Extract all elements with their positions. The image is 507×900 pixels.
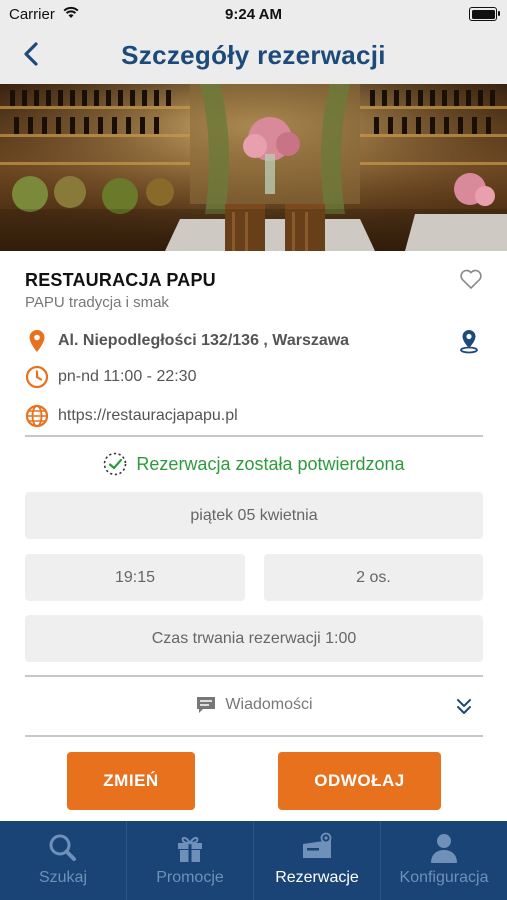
restaurant-photo <box>0 84 507 251</box>
tab-label: Rezerwacje <box>275 869 359 886</box>
tab-label: Szukaj <box>38 869 88 886</box>
page-title: Szczegóły rezerwacji <box>121 40 386 70</box>
user-icon <box>431 834 457 863</box>
reservation-date: piątek 05 kwietnia <box>25 492 483 539</box>
address-text: Al. Niepodległości 132/136 , Warszawa <box>58 332 350 349</box>
map-navigation-icon[interactable] <box>458 328 480 354</box>
globe-icon <box>25 404 49 428</box>
hours-text: pn-nd 11:00 - 22:30 <box>58 368 197 385</box>
reservation-status: Rezerwacja została potwierdzona <box>0 451 507 477</box>
divider <box>25 735 483 737</box>
tab-search[interactable]: Szukaj <box>0 821 127 900</box>
cancel-reservation-button[interactable]: ODWOŁAJ <box>278 752 441 810</box>
battery-icon <box>469 7 500 21</box>
website-row[interactable]: https://restauracjapapu.pl <box>25 403 238 429</box>
navigation-bar: Szczegóły rezerwacji <box>0 26 507 84</box>
tab-bar: Szukaj Promocje Rezerwacje Konfiguracja <box>0 821 507 900</box>
reservation-guests: 2 os. <box>264 554 483 601</box>
restaurant-name: RESTAURACJA PAPU <box>25 270 216 290</box>
divider <box>25 675 483 677</box>
double-chevron-down-icon[interactable] <box>455 696 473 716</box>
divider <box>25 435 483 437</box>
clock-label: 9:24 AM <box>225 6 282 23</box>
heart-icon[interactable] <box>459 268 483 290</box>
search-icon <box>49 834 76 861</box>
tab-reservations[interactable]: Rezerwacje <box>254 821 381 900</box>
restaurant-subtitle: PAPU tradycja i smak <box>25 294 169 311</box>
messages-toggle[interactable]: Wiadomości <box>25 688 483 722</box>
tab-configuration[interactable]: Konfiguracja <box>381 821 507 900</box>
status-text: Rezerwacja została potwierdzona <box>136 453 405 474</box>
hours-row: pn-nd 11:00 - 22:30 <box>25 364 196 390</box>
tab-promotions[interactable]: Promocje <box>127 821 254 900</box>
messages-label: Wiadomości <box>225 696 313 713</box>
status-bar: Carrier 9:24 AM <box>0 0 507 26</box>
confirmed-check-icon <box>104 452 127 476</box>
location-pin-icon <box>25 329 49 353</box>
reservation-duration: Czas trwania rezerwacji 1:00 <box>25 615 483 662</box>
tab-label: Promocje <box>156 869 224 886</box>
reservation-icon <box>303 832 332 858</box>
tab-label: Konfiguracja <box>399 869 489 886</box>
website-link[interactable]: https://restauracjapapu.pl <box>58 407 238 425</box>
change-button[interactable]: ZMIEŃ <box>67 752 195 810</box>
message-icon <box>197 697 216 713</box>
address-row: Al. Niepodległości 132/136 , Warszawa <box>25 328 349 354</box>
gift-icon <box>178 836 202 862</box>
clock-icon <box>25 365 49 389</box>
reservation-time: 19:15 <box>25 554 245 601</box>
